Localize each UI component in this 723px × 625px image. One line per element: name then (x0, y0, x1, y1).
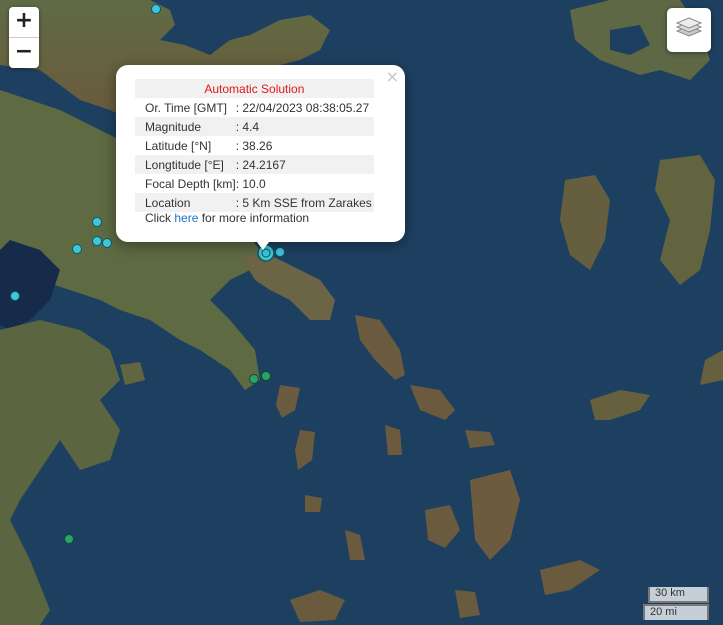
map-view[interactable]: + − × Automatic Solution Or. Time [GMT]:… (0, 0, 723, 625)
scale-bar-km: 30 km (648, 587, 709, 603)
row-label: Location (135, 193, 236, 212)
popup-info-table: Automatic Solution Or. Time [GMT] : 22/04… (135, 79, 374, 212)
popup-close-button[interactable]: × (386, 67, 399, 86)
popup-title: Automatic Solution (135, 79, 374, 98)
zoom-control: + − (9, 7, 39, 68)
row-value: : 22/04/2023 08:38:05.27 (235, 100, 370, 115)
row-value: : 4.4 (235, 117, 374, 136)
popup-tip (254, 238, 272, 250)
row-value: : 10.0 (235, 176, 266, 191)
earthquake-marker[interactable] (102, 238, 112, 248)
earthquake-marker[interactable] (10, 291, 20, 301)
row-label: Magnitude (135, 117, 236, 136)
layers-button[interactable] (667, 8, 711, 52)
row-label: Focal Depth [km] (145, 176, 236, 191)
older-earthquake-marker[interactable] (64, 534, 74, 544)
earthquake-marker[interactable] (92, 236, 102, 246)
earthquake-marker[interactable] (92, 217, 102, 227)
older-earthquake-marker[interactable] (249, 374, 259, 384)
older-earthquake-marker[interactable] (261, 371, 271, 381)
earthquake-marker[interactable] (151, 4, 161, 14)
row-value: : 38.26 (235, 138, 273, 153)
zoom-out-button[interactable]: − (9, 38, 39, 68)
more-info-suffix: for more information (198, 211, 310, 225)
earthquake-marker[interactable] (275, 247, 285, 257)
layers-icon (675, 17, 703, 37)
earthquake-popup: × Automatic Solution Or. Time [GMT] : 22/… (116, 65, 405, 250)
row-label: Latitude [°N] (145, 138, 212, 153)
more-info-line: Click here for more information (145, 211, 309, 225)
more-info-prefix: Click (145, 211, 175, 225)
row-label: Or. Time [GMT] (145, 100, 228, 115)
row-label: Longtitude [°E] (135, 155, 236, 174)
scale-bar-mi: 20 mi (643, 604, 709, 620)
zoom-in-button[interactable]: + (9, 7, 39, 38)
earthquake-marker[interactable] (72, 244, 82, 254)
more-info-link[interactable]: here (174, 211, 198, 225)
row-value: : 5 Km SSE from Zarakes (235, 193, 374, 212)
row-value: : 24.2167 (235, 155, 374, 174)
